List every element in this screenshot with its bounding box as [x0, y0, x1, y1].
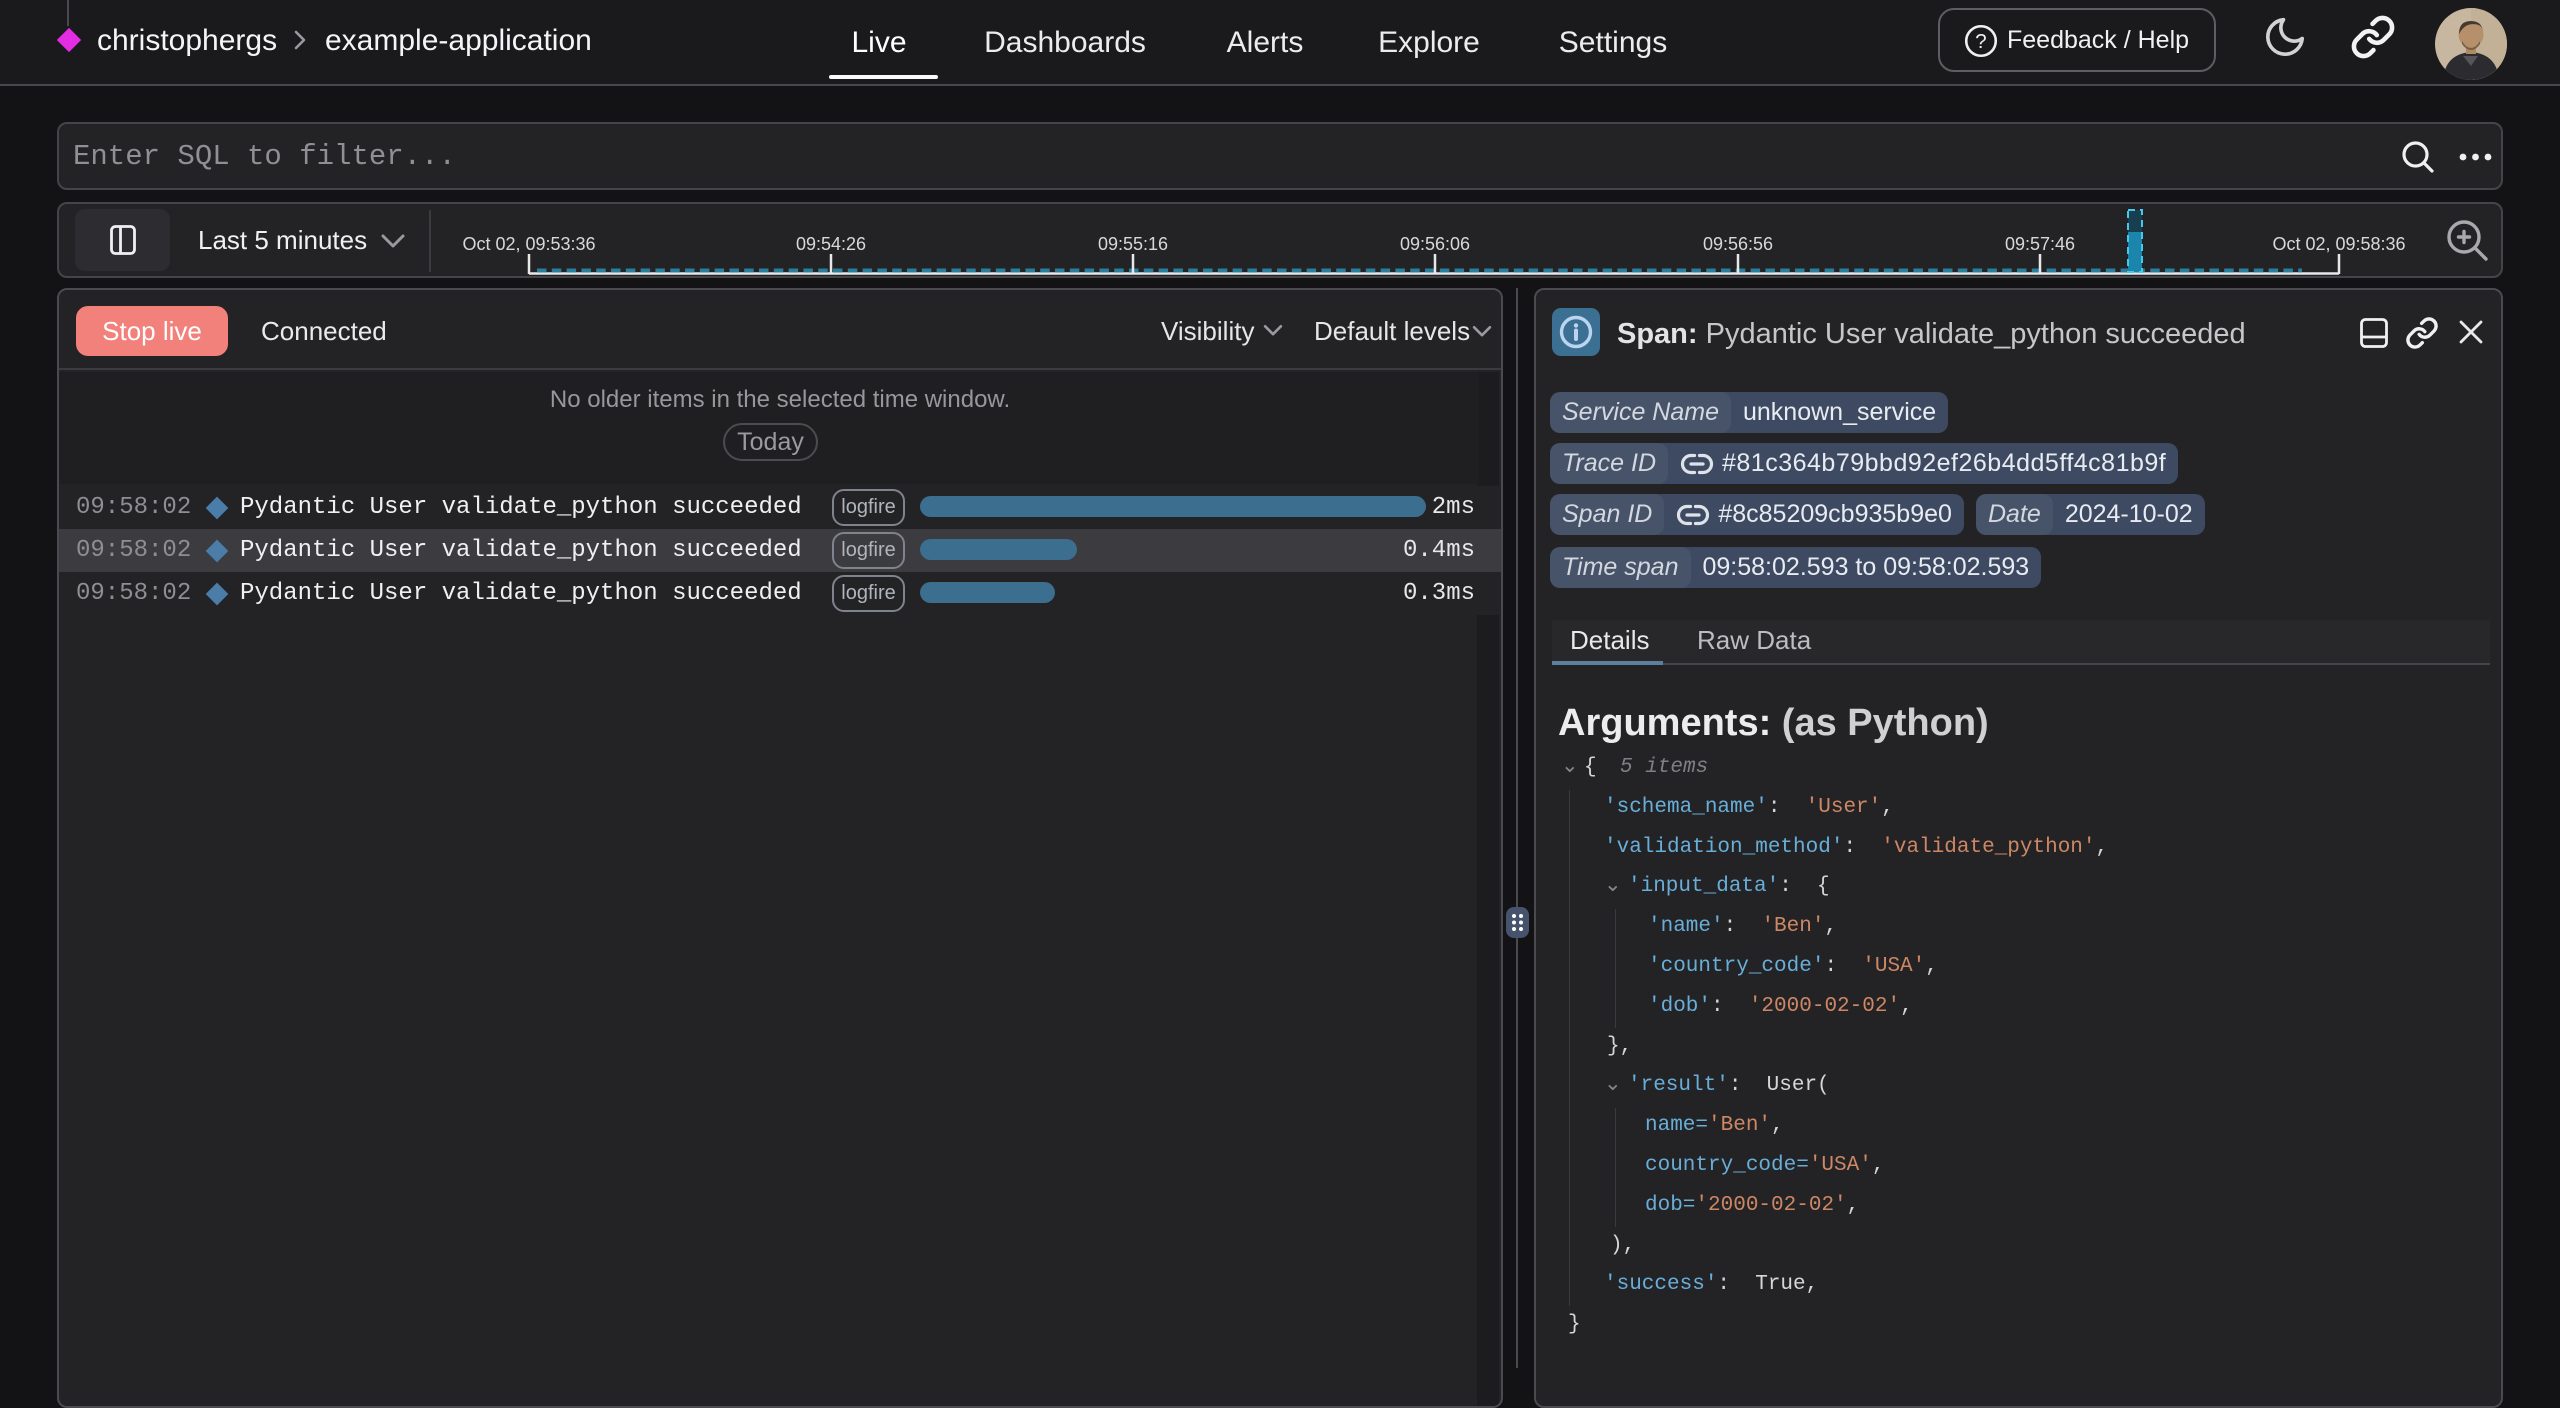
- svg-text:09:54:26: 09:54:26: [796, 234, 866, 254]
- svg-text:09:57:46: 09:57:46: [2005, 234, 2075, 254]
- svg-text:Oct 02, 09:58:36: Oct 02, 09:58:36: [2272, 234, 2405, 254]
- svg-text:09:55:16: 09:55:16: [1098, 234, 1168, 254]
- svg-text:09:56:56: 09:56:56: [1703, 234, 1773, 254]
- svg-text:Oct 02, 09:53:36: Oct 02, 09:53:36: [462, 234, 595, 254]
- svg-text:?: ?: [1975, 30, 1986, 53]
- svg-text:09:56:06: 09:56:06: [1400, 234, 1470, 254]
